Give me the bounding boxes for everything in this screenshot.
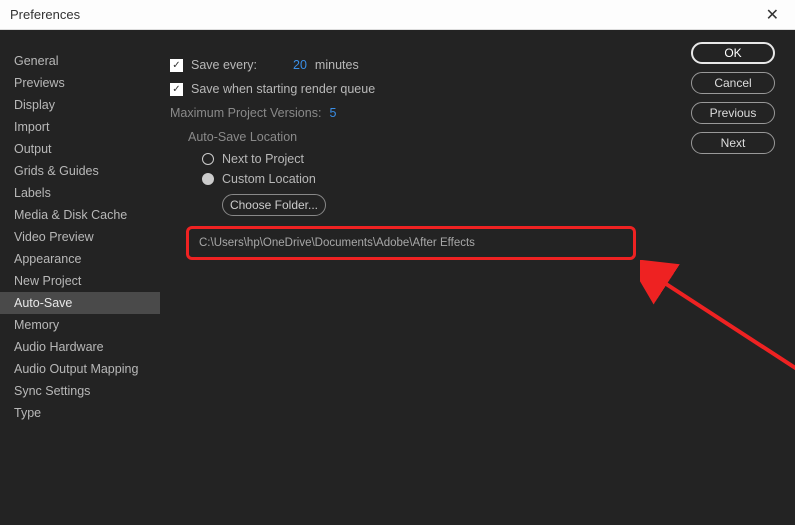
save-on-render-row: ✓ Save when starting render queue [170,82,773,96]
save-every-row: ✓ Save every: 20 minutes [170,58,773,72]
sidebar-item-audio-output-mapping[interactable]: Audio Output Mapping [0,358,160,380]
sidebar: GeneralPreviewsDisplayImportOutputGrids … [0,30,160,525]
next-button[interactable]: Next [691,132,775,154]
sidebar-item-import[interactable]: Import [0,116,160,138]
autosave-path-display: C:\Users\hp\OneDrive\Documents\Adobe\Aft… [186,226,636,260]
sidebar-item-media-disk-cache[interactable]: Media & Disk Cache [0,204,160,226]
max-versions-row: Maximum Project Versions: 5 [170,106,773,120]
main-panel: OK Cancel Previous Next ✓ Save every: 20… [160,30,795,525]
sidebar-item-grids-guides[interactable]: Grids & Guides [0,160,160,182]
location-radio-group: Next to Project Custom Location [202,152,773,186]
sidebar-item-type[interactable]: Type [0,402,160,424]
titlebar: Preferences ✕ [0,0,795,30]
ok-button[interactable]: OK [691,42,775,64]
sidebar-item-video-preview[interactable]: Video Preview [0,226,160,248]
save-on-render-label: Save when starting render queue [191,82,375,96]
sidebar-item-display[interactable]: Display [0,94,160,116]
sidebar-item-auto-save[interactable]: Auto-Save [0,292,160,314]
cancel-button[interactable]: Cancel [691,72,775,94]
sidebar-item-new-project[interactable]: New Project [0,270,160,292]
close-icon[interactable]: ✕ [760,5,785,25]
radio-next-to-project-row[interactable]: Next to Project [202,152,773,166]
save-every-value[interactable]: 20 [293,58,307,72]
preferences-window: Preferences ✕ GeneralPreviewsDisplayImpo… [0,0,795,525]
sidebar-item-previews[interactable]: Previews [0,72,160,94]
choose-folder-button[interactable]: Choose Folder... [222,194,326,216]
radio-custom-label: Custom Location [222,172,316,186]
dialog-buttons: OK Cancel Previous Next [691,42,775,154]
max-versions-label: Maximum Project Versions: [170,106,321,120]
radio-icon[interactable] [202,153,214,165]
save-every-label: Save every: [191,58,257,72]
radio-icon[interactable] [202,173,214,185]
sidebar-item-general[interactable]: General [0,50,160,72]
annotation-arrow [640,260,795,420]
sidebar-item-audio-hardware[interactable]: Audio Hardware [0,336,160,358]
sidebar-item-sync-settings[interactable]: Sync Settings [0,380,160,402]
previous-button[interactable]: Previous [691,102,775,124]
autosave-location-heading: Auto-Save Location [188,130,773,144]
sidebar-item-output[interactable]: Output [0,138,160,160]
sidebar-item-labels[interactable]: Labels [0,182,160,204]
radio-next-label: Next to Project [222,152,304,166]
radio-custom-location-row[interactable]: Custom Location [202,172,773,186]
checkbox-icon[interactable]: ✓ [170,83,183,96]
checkbox-icon[interactable]: ✓ [170,59,183,72]
window-title: Preferences [10,7,80,22]
sidebar-item-memory[interactable]: Memory [0,314,160,336]
max-versions-value[interactable]: 5 [329,106,336,120]
save-every-unit: minutes [315,58,359,72]
content-area: GeneralPreviewsDisplayImportOutputGrids … [0,30,795,525]
sidebar-item-appearance[interactable]: Appearance [0,248,160,270]
